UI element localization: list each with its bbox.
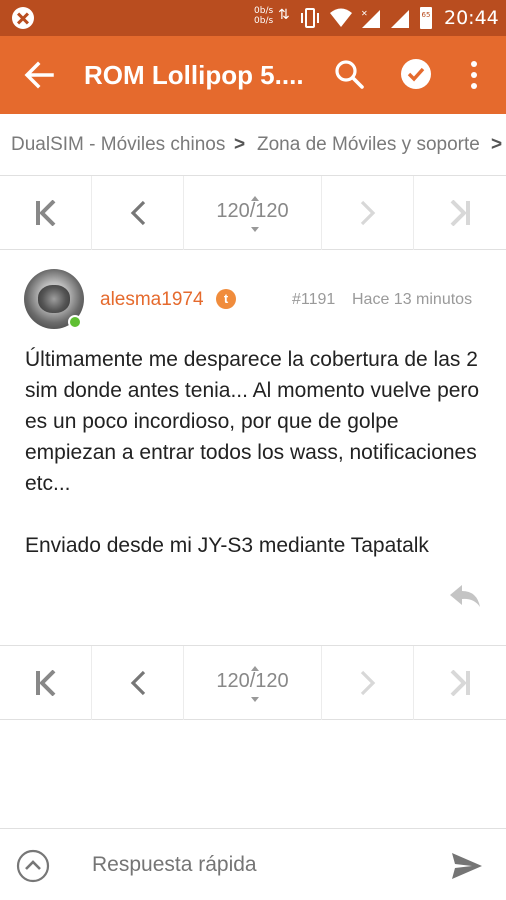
page-down-indicator xyxy=(250,697,259,702)
page-down-indicator xyxy=(250,227,259,232)
post-text: Últimamente me desparece la cobertura de… xyxy=(25,348,480,495)
thread-title: ROM Lollipop 5.... xyxy=(84,60,304,90)
breadcrumb-separator: > xyxy=(491,134,503,155)
svg-text:✕: ✕ xyxy=(361,9,368,18)
network-speed: 0b/s 0b/s xyxy=(254,6,273,26)
post: alesma1974 t #1191 Hace 13 minutos Últim… xyxy=(0,251,506,646)
speed-down-label: 0b/s xyxy=(254,16,274,26)
next-page-button[interactable] xyxy=(322,646,414,720)
pager-top: 120/120 xyxy=(0,176,506,250)
next-page-icon xyxy=(360,670,375,696)
previous-page-button[interactable] xyxy=(92,176,184,250)
vibrate-icon xyxy=(301,8,319,28)
previous-page-icon xyxy=(130,200,145,226)
pager-bottom: 120/120 xyxy=(0,646,506,720)
quick-reply-bar xyxy=(0,828,506,900)
avatar-image xyxy=(38,285,70,313)
expand-up-icon[interactable] xyxy=(16,849,50,883)
speed-up-label: 0b/s xyxy=(254,6,274,16)
signal-sim2-icon xyxy=(391,10,409,28)
previous-page-icon xyxy=(130,670,145,696)
last-page-icon xyxy=(450,200,470,226)
last-page-button[interactable] xyxy=(414,176,506,250)
first-page-button[interactable] xyxy=(0,646,92,720)
last-page-icon xyxy=(450,670,470,696)
check-circle-icon[interactable] xyxy=(400,58,432,90)
last-page-button[interactable] xyxy=(414,646,506,720)
page-selector[interactable]: 120/120 xyxy=(184,646,322,720)
more-vert-icon[interactable] xyxy=(462,58,486,92)
data-transfer-icon: ⇅ xyxy=(278,7,290,23)
page-number: 120/120 xyxy=(216,670,289,692)
first-page-icon xyxy=(35,670,55,696)
signal-sim1-icon: ✕ xyxy=(361,9,380,28)
post-signature: Enviado desde mi JY-S3 mediante Tapatalk xyxy=(25,534,429,557)
next-page-icon xyxy=(360,200,375,226)
battery-icon: 65 xyxy=(420,7,432,29)
post-body: Últimamente me desparece la cobertura de… xyxy=(25,344,485,561)
first-page-icon xyxy=(35,200,55,226)
next-page-button[interactable] xyxy=(322,176,414,250)
previous-page-button[interactable] xyxy=(92,646,184,720)
first-page-button[interactable] xyxy=(0,176,92,250)
page-selector[interactable]: 120/120 xyxy=(184,176,322,250)
clock: 20:44 xyxy=(444,7,499,29)
page-number: 120/120 xyxy=(216,200,289,222)
post-username[interactable]: alesma1974 xyxy=(100,289,204,311)
battery-level: 65 xyxy=(421,11,431,19)
post-number: #1191 xyxy=(292,291,336,308)
status-bar: 0b/s 0b/s ⇅ ✕ 65 20:44 xyxy=(0,0,506,36)
breadcrumb-separator: > xyxy=(234,134,246,155)
wifi-icon xyxy=(330,8,352,27)
online-status-dot xyxy=(68,315,82,329)
tapatalk-badge-icon: t xyxy=(216,289,236,309)
breadcrumb-item-zona[interactable]: Zona de Móviles y soporte xyxy=(257,134,480,156)
app-notification-icon xyxy=(12,7,34,29)
quick-reply-input[interactable] xyxy=(92,853,422,877)
send-icon[interactable] xyxy=(450,851,484,881)
breadcrumb: DualSIM - Móviles chinos > Zona de Móvil… xyxy=(0,114,506,176)
search-icon[interactable] xyxy=(333,58,365,90)
breadcrumb-item-dualsim[interactable]: DualSIM - Móviles chinos xyxy=(11,134,225,156)
back-arrow-icon[interactable] xyxy=(22,58,56,92)
post-timestamp: Hace 13 minutos xyxy=(352,291,473,308)
app-bar: ROM Lollipop 5.... xyxy=(0,36,506,114)
reply-icon[interactable] xyxy=(448,583,482,609)
